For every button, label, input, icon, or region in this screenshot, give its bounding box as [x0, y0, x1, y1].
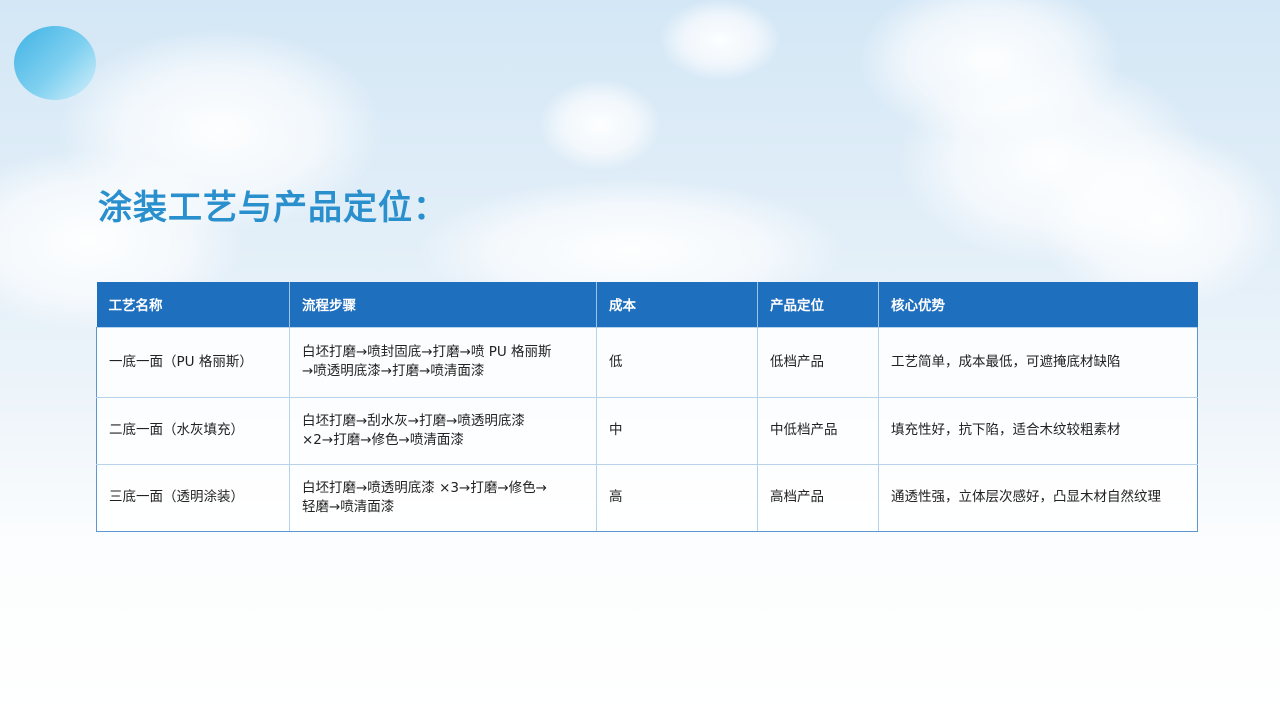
steps-line: 轻磨→喷清面漆 — [302, 498, 395, 515]
table-row: 三底一面（透明涂装） 白坯打磨→喷透明底漆 ×3→打磨→修色→ 轻磨→喷清面漆 … — [96, 463, 1198, 532]
table-header-row: 工艺名称 流程步骤 成本 产品定位 核心优势 — [96, 282, 1198, 327]
cell-cost: 高 — [596, 463, 758, 532]
cell-steps: 白坯打磨→喷封固底→打磨→喷 PU 格丽斯 →喷透明底漆→打磨→喷清面漆 — [289, 326, 597, 398]
cell-process-name: 一底一面（PU 格丽斯） — [96, 326, 290, 398]
cell-process-name: 二底一面（水灰填充） — [96, 396, 290, 465]
header-cost: 成本 — [596, 282, 758, 327]
cell-cost: 低 — [596, 326, 758, 398]
process-table-container: 工艺名称 流程步骤 成本 产品定位 核心优势 一底一面（PU 格丽斯） 白坯打磨… — [96, 282, 1198, 532]
header-positioning: 产品定位 — [757, 282, 879, 327]
cell-positioning: 低档产品 — [757, 326, 879, 398]
cell-advantage: 填充性好，抗下陷，适合木纹较粗素材 — [878, 396, 1198, 465]
page-title: 涂装工艺与产品定位： — [98, 188, 448, 228]
cell-process-name: 三底一面（透明涂装） — [96, 463, 290, 532]
decorative-bubble — [14, 26, 96, 100]
cell-positioning: 高档产品 — [757, 463, 879, 532]
table-row: 二底一面（水灰填充） 白坯打磨→刮水灰→打磨→喷透明底漆 ×2→打磨→修色→喷清… — [96, 396, 1198, 465]
cell-steps: 白坯打磨→喷透明底漆 ×3→打磨→修色→ 轻磨→喷清面漆 — [289, 463, 597, 532]
header-process-name: 工艺名称 — [96, 282, 290, 327]
cloud-decoration — [540, 80, 660, 170]
steps-line: ×2→打磨→修色→喷清面漆 — [302, 431, 464, 448]
steps-line: 白坯打磨→刮水灰→打磨→喷透明底漆 — [302, 412, 525, 429]
header-steps: 流程步骤 — [289, 282, 597, 327]
cell-cost: 中 — [596, 396, 758, 465]
slide: 涂装工艺与产品定位： 工艺名称 流程步骤 成本 产品定位 核心优势 一底一面（P… — [0, 0, 1280, 720]
process-table: 工艺名称 流程步骤 成本 产品定位 核心优势 一底一面（PU 格丽斯） 白坯打磨… — [96, 282, 1198, 532]
steps-line: 白坯打磨→喷封固底→打磨→喷 PU 格丽斯 — [302, 344, 552, 360]
table-row: 一底一面（PU 格丽斯） 白坯打磨→喷封固底→打磨→喷 PU 格丽斯 →喷透明底… — [96, 326, 1198, 398]
cell-advantage: 通透性强，立体层次感好，凸显木材自然纹理 — [878, 463, 1198, 532]
header-advantage: 核心优势 — [878, 282, 1198, 327]
cell-positioning: 中低档产品 — [757, 396, 879, 465]
steps-line: 白坯打磨→喷透明底漆 ×3→打磨→修色→ — [302, 479, 547, 496]
cloud-decoration — [660, 0, 780, 80]
cell-steps: 白坯打磨→刮水灰→打磨→喷透明底漆 ×2→打磨→修色→喷清面漆 — [289, 396, 597, 465]
steps-line: →喷透明底漆→打磨→喷清面漆 — [302, 363, 485, 379]
cell-advantage: 工艺简单，成本最低，可遮掩底材缺陷 — [878, 326, 1198, 398]
